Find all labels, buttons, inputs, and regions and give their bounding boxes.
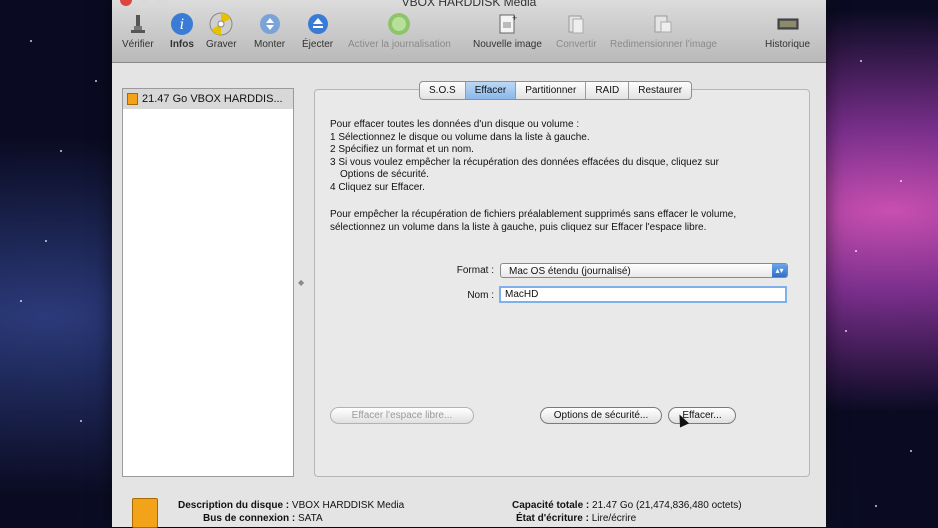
tab-partition[interactable]: Partitionner [516, 82, 587, 99]
svg-text:i: i [180, 17, 184, 33]
disk-info-left: Description du disque : VBOX HARDDISK Me… [178, 499, 404, 525]
info-icon: i [171, 13, 193, 35]
toolbar-info-button[interactable]: i Infos [170, 12, 194, 50]
toolbar-mount-button[interactable]: Monter [254, 12, 285, 50]
microscope-icon [130, 15, 145, 33]
new-image-icon: + [499, 13, 518, 34]
tab-first-aid[interactable]: S.O.S [420, 82, 466, 99]
disk-utility-window: VBOX HARDDISK Media Vérifier i Infos Gra… [112, 0, 826, 528]
instruction-line: Pour effacer toutes les données d'un dis… [330, 119, 580, 130]
toolbar-convert-button[interactable]: Convertir [556, 12, 597, 50]
tab-raid[interactable]: RAID [586, 82, 630, 99]
split-view-handle[interactable]: ◆ [298, 278, 304, 287]
toolbar-new-image-button[interactable]: + Nouvelle image [473, 12, 542, 50]
info-label: Description du disque : [178, 500, 290, 511]
disk-list: 21.47 Go VBOX HARDDIS... [122, 88, 294, 477]
instruction-line: Pour empêcher la récupération de fichier… [330, 209, 737, 220]
info-value: SATA [298, 513, 323, 524]
journal-icon [388, 13, 411, 35]
convert-icon [568, 15, 584, 34]
disk-list-item[interactable]: 21.47 Go VBOX HARDDIS... [123, 89, 293, 109]
hard-disk-icon [132, 498, 158, 528]
instruction-line: 1 Sélectionnez le disque ou volume dans … [330, 131, 590, 143]
info-label: Capacité totale : [512, 500, 590, 511]
hard-disk-icon [127, 93, 138, 105]
instruction-line: 4 Cliquez sur Effacer. [330, 181, 425, 193]
toolbar-label: Monter [254, 39, 286, 50]
toolbar-label: Convertir [556, 39, 597, 50]
svg-text:+: + [512, 13, 517, 23]
select-arrows-icon: ▴▾ [772, 264, 787, 277]
mount-icon [259, 14, 280, 34]
erase-free-space-button[interactable]: Effacer l'espace libre... [330, 407, 474, 424]
erase-instructions: Pour effacer toutes les données d'un dis… [330, 119, 780, 194]
toolbar-burn-button[interactable]: Graver [206, 12, 237, 50]
titlebar: VBOX HARDDISK Media Vérifier i Infos Gra… [112, 0, 826, 63]
instruction-line: sélectionnez un volume dans la liste à g… [330, 221, 707, 233]
toolbar-label: Activer la journalisation [348, 39, 451, 50]
toolbar-resize-image-button[interactable]: Redimensionner l'image [610, 12, 717, 50]
toolbar-enable-journaling-button[interactable]: Activer la journalisation [348, 12, 451, 50]
toolbar-label: Infos [170, 39, 194, 50]
log-icon [777, 18, 799, 30]
name-input[interactable]: MacHD [499, 286, 787, 303]
toolbar-label: Redimensionner l'image [610, 39, 717, 50]
toolbar-label: Nouvelle image [473, 39, 542, 50]
window-title: VBOX HARDDISK Media [401, 0, 537, 9]
info-value: Lire/écrire [591, 513, 637, 524]
security-options-button[interactable]: Options de sécurité... [540, 407, 662, 424]
toolbar-label: Historique [765, 39, 811, 50]
tab-erase[interactable]: Effacer [465, 82, 517, 99]
resize-image-icon [654, 15, 672, 33]
format-label: Format : [456, 265, 494, 276]
toolbar-label: Éjecter [302, 39, 334, 50]
toolbar-label: Graver [206, 39, 237, 50]
tab-restore[interactable]: Restaurer [629, 82, 691, 99]
toolbar-verify-button[interactable]: Vérifier [122, 12, 154, 50]
info-label: État d'écriture : [516, 513, 589, 524]
free-space-instructions: Pour empêcher la récupération de fichier… [330, 209, 780, 234]
info-value: VBOX HARDDISK Media [291, 500, 405, 511]
instruction-line: 3 Si vous voulez empêcher la récupératio… [330, 156, 719, 168]
name-label: Nom : [467, 290, 494, 301]
instruction-line: 2 Spécifiez un format et un nom. [330, 144, 474, 155]
disk-list-item-label: 21.47 Go VBOX HARDDIS... [142, 93, 283, 105]
instruction-line: Options de sécurité. [340, 169, 429, 180]
format-select-value: Mac OS étendu (journalisé) [509, 266, 631, 277]
info-label: Bus de connexion : [203, 513, 296, 524]
info-value: 21.47 Go (21,474,836,480 octets) [592, 500, 742, 511]
format-select[interactable]: Mac OS étendu (journalisé) ▴▾ [500, 263, 788, 278]
toolbar-label: Vérifier [122, 39, 154, 50]
eject-icon [307, 14, 328, 34]
tab-bar: S.O.S Effacer Partitionner RAID Restaure… [419, 81, 693, 100]
toolbar-log-button[interactable]: Historique [765, 12, 810, 50]
toolbar-eject-button[interactable]: Éjecter [302, 12, 333, 50]
burn-icon [209, 12, 233, 36]
toolbar: Vérifier i Infos Graver Monter Éjecter A… [112, 10, 826, 60]
disk-info-right: Capacité totale : 21.47 Go (21,474,836,4… [512, 499, 742, 525]
